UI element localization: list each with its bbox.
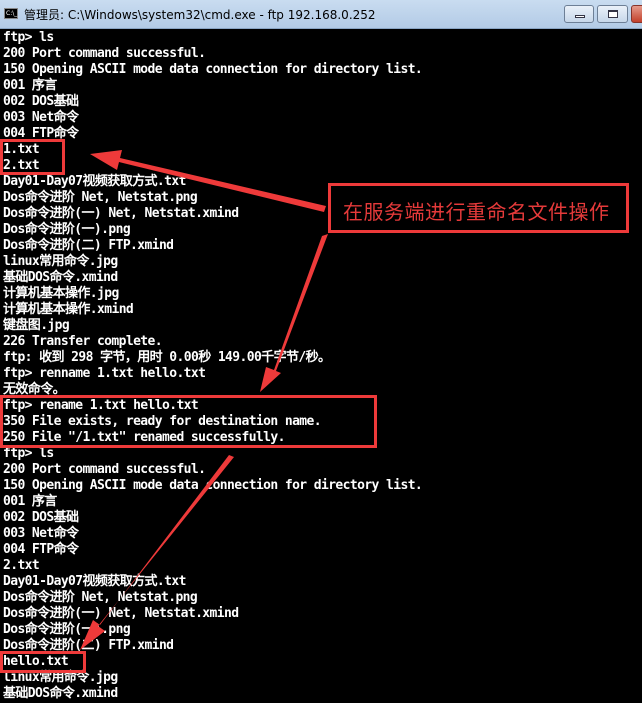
minimize-icon bbox=[575, 15, 585, 18]
console-line: Dos命令进阶(一).png bbox=[3, 622, 131, 637]
maximize-button[interactable] bbox=[597, 5, 628, 23]
console-line: 150 Opening ASCII mode data connection f… bbox=[3, 478, 423, 493]
console-line: 002 DOS基础 bbox=[3, 94, 79, 109]
minimize-button[interactable] bbox=[564, 5, 594, 23]
maximize-icon bbox=[608, 10, 618, 18]
highlight-box-rename-command bbox=[0, 395, 377, 448]
console-line: Dos命令进阶 Net, Netstat.png bbox=[3, 590, 198, 605]
console-line: 150 Opening ASCII mode data connection f… bbox=[3, 62, 423, 77]
console-line: 200 Port command successful. bbox=[3, 46, 206, 61]
console-line: 键盘图.jpg bbox=[3, 318, 70, 333]
console-line: 226 Transfer complete. bbox=[3, 334, 163, 349]
console-line: 计算机基本操作.jpg bbox=[3, 286, 119, 301]
console-line: 计算机基本操作.xmind bbox=[3, 302, 134, 317]
console-line: ftp> renname 1.txt hello.txt bbox=[3, 366, 206, 381]
callout-box: 在服务端进行重命名文件操作 bbox=[328, 183, 629, 233]
console-line: 基础DOS命令.xmind bbox=[3, 686, 118, 701]
console-line: 002 DOS基础 bbox=[3, 510, 79, 525]
console-line: ftp> ls bbox=[3, 446, 54, 461]
close-button[interactable] bbox=[631, 5, 642, 23]
console-line: Dos命令进阶 Net, Netstat.png bbox=[3, 190, 198, 205]
console-line: Dos命令进阶(二) FTP.xmind bbox=[3, 238, 174, 253]
cmd-icon: C:\_ bbox=[4, 8, 18, 19]
console-line: 003 Net命令 bbox=[3, 526, 79, 541]
console-line: 200 Port command successful. bbox=[3, 462, 206, 477]
console-line: linux常用命令.jpg bbox=[3, 254, 118, 269]
console-line: 001 序言 bbox=[3, 494, 57, 509]
console-line: 004 FTP命令 bbox=[3, 542, 79, 557]
callout-text: 在服务端进行重命名文件操作 bbox=[343, 200, 610, 224]
console-line: ftp> ls bbox=[3, 30, 54, 45]
console-line: 2.txt bbox=[3, 558, 40, 573]
console-line: 基础DOS命令.xmind bbox=[3, 270, 118, 285]
window-title: 管理员: C:\Windows\system32\cmd.exe - ftp 1… bbox=[24, 8, 376, 22]
console-line: Dos命令进阶(一).png bbox=[3, 222, 131, 237]
console-line: Day01-Day07视频获取方式.txt bbox=[3, 574, 186, 589]
highlight-box-original-files bbox=[0, 139, 65, 175]
console-line: Dos命令进阶(一) Net, Netstat.xmind bbox=[3, 206, 239, 221]
highlight-box-renamed-file bbox=[0, 651, 86, 673]
console-line: 001 序言 bbox=[3, 78, 57, 93]
console-line: Dos命令进阶(一) Net, Netstat.xmind bbox=[3, 606, 239, 621]
title-bar: C:\_ 管理员: C:\Windows\system32\cmd.exe - … bbox=[0, 0, 642, 29]
console-line: 003 Net命令 bbox=[3, 110, 79, 125]
console-line: Day01-Day07视频获取方式.txt bbox=[3, 174, 186, 189]
console-output[interactable]: ftp> ls 200 Port command successful. 150 O… bbox=[0, 29, 642, 703]
console-line: ftp: 收到 298 字节，用时 0.00秒 149.00千字节/秒。 bbox=[3, 350, 331, 365]
